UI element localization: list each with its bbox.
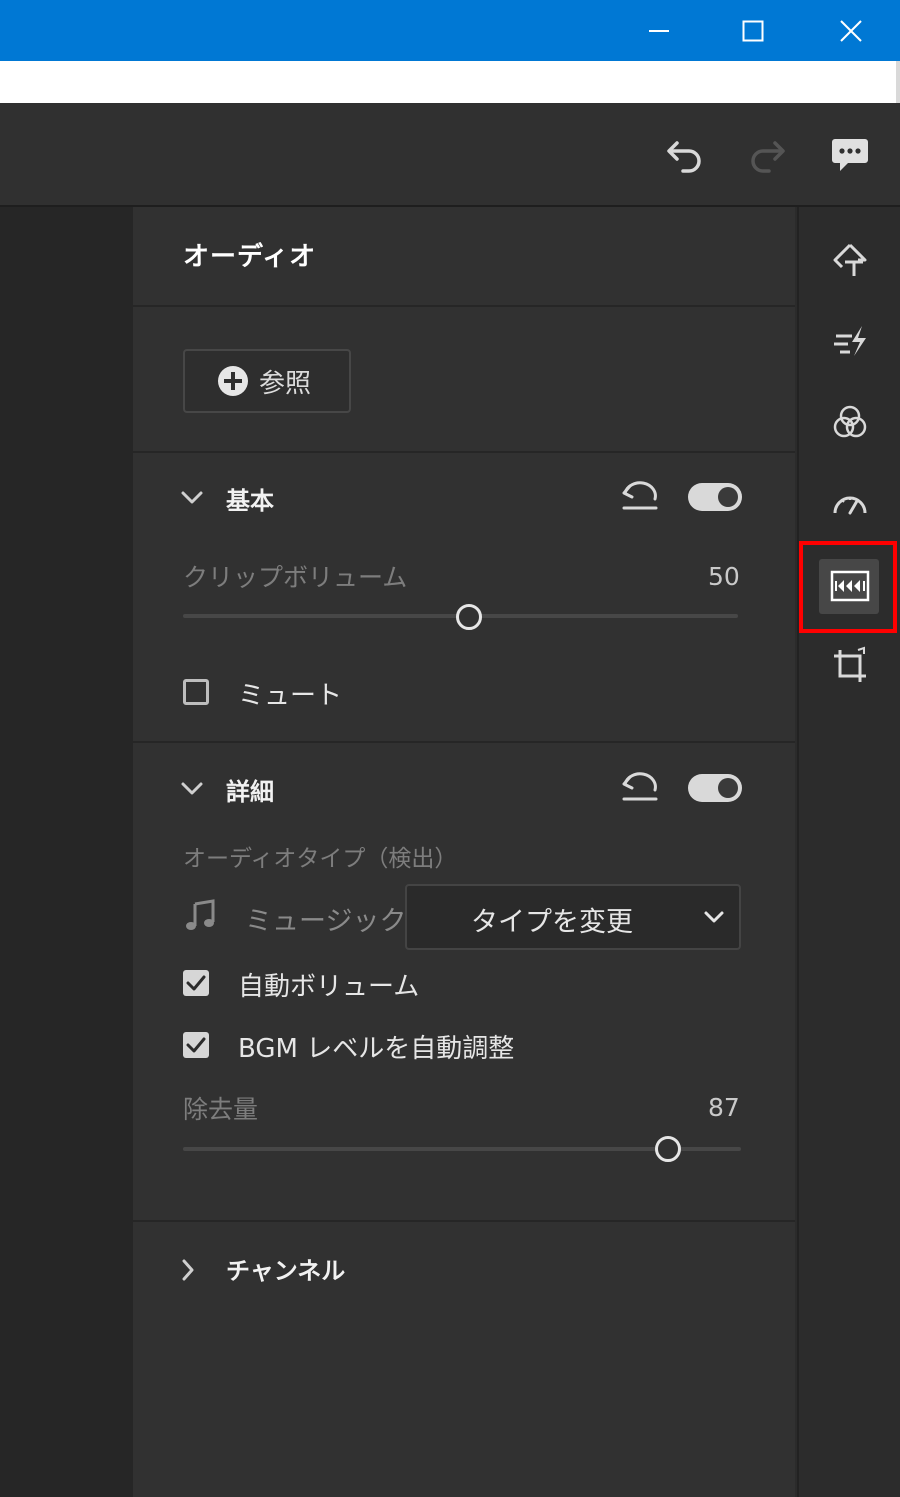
browse-label: 参照 [259,368,312,399]
divider [133,741,795,743]
channel-section-title: チャンネル [226,1257,346,1285]
advanced-section-title: 詳細 [226,778,274,806]
sidebar-item-title[interactable] [820,230,880,290]
channel-expand-toggle[interactable] [176,1258,200,1282]
basic-collapse-toggle[interactable] [180,486,204,510]
music-note-icon [183,898,219,934]
chevron-down-icon [704,911,724,923]
clip-volume-value: 50 [708,562,740,591]
auto-volume-checkbox[interactable] [183,970,209,996]
change-type-label: タイプを変更 [471,907,633,938]
clip-volume-thumb[interactable] [456,604,482,630]
reset-icon [622,772,658,801]
redo-button[interactable] [742,130,792,180]
panel-title: オーディオ [183,242,317,272]
mute-checkbox[interactable] [183,679,209,705]
bgm-auto-adjust-label: BGM レベルを自動調整 [238,1034,515,1064]
maximize-icon [742,20,764,41]
removal-amount-value: 87 [708,1093,740,1122]
removal-amount-label: 除去量 [183,1095,259,1124]
sidebar-item-transition[interactable] [820,310,880,370]
advanced-collapse-toggle[interactable] [180,777,204,801]
minimize-button[interactable] [612,0,706,61]
chevron-right-icon [182,1259,194,1281]
clip-volume-label: クリップボリューム [183,563,408,592]
basic-reset-button[interactable] [620,480,660,516]
transition-icon [834,326,866,356]
basic-section-title: 基本 [226,487,274,515]
auto-volume-label: 自動ボリューム [238,972,420,1002]
browse-button[interactable]: 参照 [183,349,351,413]
mute-label: ミュート [238,681,343,711]
change-type-dropdown[interactable]: タイプを変更 [405,884,741,950]
divider [133,1220,795,1222]
advanced-reset-button[interactable] [620,771,660,807]
add-circle-icon [218,366,248,396]
sidebar-highlight-box [799,541,897,633]
address-strip [0,61,900,103]
basic-enable-toggle[interactable] [688,483,742,511]
chevron-down-icon [181,491,203,504]
sidebar-item-crop[interactable] [820,636,880,696]
feedback-button[interactable] [825,130,875,180]
color-icon [833,405,867,438]
check-icon [186,1037,206,1053]
close-button[interactable] [804,0,898,61]
maximize-button[interactable] [706,0,800,61]
sidebar-item-color[interactable] [820,392,880,452]
redo-icon [751,141,785,173]
title-icon [833,243,867,276]
advanced-enable-toggle[interactable] [688,774,742,802]
removal-amount-thumb[interactable] [655,1136,681,1162]
speed-icon [833,496,867,515]
reset-icon [622,481,658,510]
minimize-icon [649,29,669,32]
divider [133,451,795,453]
close-icon [840,19,862,42]
feedback-icon [832,139,868,171]
audio-type-label: オーディオタイプ（検出） [183,846,458,872]
detected-type-label: ミュージック [245,906,407,937]
sidebar-item-speed[interactable] [820,473,880,533]
divider [133,305,795,307]
chevron-down-icon [181,782,203,795]
crop-icon [834,646,866,682]
preview-area [0,207,133,1497]
undo-button[interactable] [660,130,710,180]
check-icon [186,975,206,991]
undo-icon [667,141,701,173]
bgm-auto-adjust-checkbox[interactable] [183,1032,209,1058]
